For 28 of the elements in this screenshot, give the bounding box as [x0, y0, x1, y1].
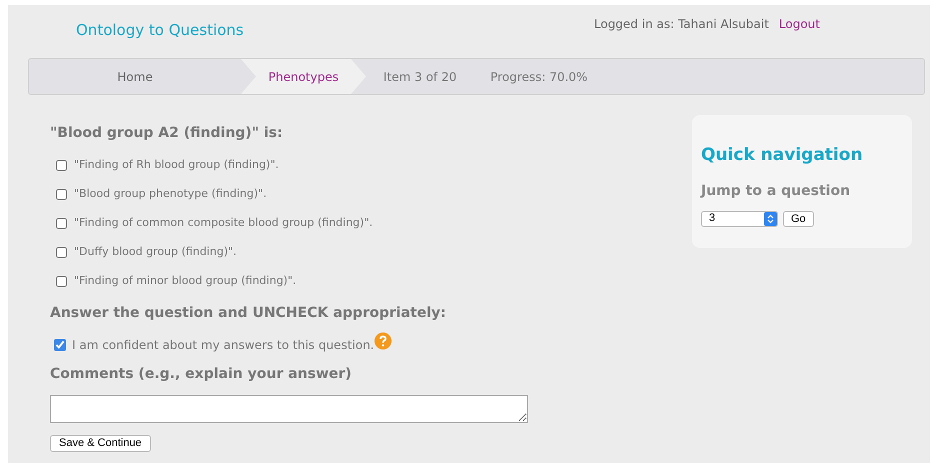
answer-option: "Finding of Rh blood group (finding)".: [74, 157, 279, 174]
question-title: "Blood group A2 (finding)" is:: [50, 124, 284, 143]
answer-option: "Blood group phenotype (finding)".: [74, 186, 267, 203]
answer-checkbox[interactable]: [56, 218, 67, 229]
answer-checkbox[interactable]: [56, 276, 67, 287]
quick-navigation-title: Quick navigation: [701, 144, 864, 167]
answer-checkbox[interactable]: [56, 247, 67, 258]
confidence-label: I am confident about my answers to this question.: [72, 337, 374, 354]
save-continue-button[interactable]: Save & Continue: [50, 435, 151, 452]
breadcrumb-text: Progress: 70.0%: [489, 68, 589, 86]
go-button[interactable]: Go: [783, 210, 814, 226]
breadcrumb-link[interactable]: Home: [29, 59, 241, 94]
answer-checkbox[interactable]: [56, 189, 67, 200]
stepper-icon: [764, 212, 777, 226]
instruction-heading: Answer the question and UNCHECK appropriately:: [50, 304, 447, 323]
confidence-checkbox[interactable]: [54, 339, 66, 351]
breadcrumb-link[interactable]: Phenotypes: [241, 59, 366, 94]
logged-in-label: Logged in as: Tahani Alsubait: [594, 16, 769, 33]
comments-field[interactable]: [50, 395, 528, 423]
comments-label: Comments (e.g., explain your answer): [50, 365, 353, 384]
answer-checkbox[interactable]: [56, 160, 67, 171]
jump-label: Jump to a question: [701, 182, 852, 200]
answer-option: "Finding of minor blood group (finding)".: [74, 273, 296, 290]
answer-option: "Duffy blood group (finding)".: [74, 244, 237, 261]
breadcrumb-text: Item 3 of 20: [382, 68, 458, 86]
answer-option: "Finding of common composite blood group (finding)".: [74, 215, 373, 232]
logout-link[interactable]: Logout: [778, 15, 820, 33]
question-select[interactable]: 3: [701, 210, 778, 226]
